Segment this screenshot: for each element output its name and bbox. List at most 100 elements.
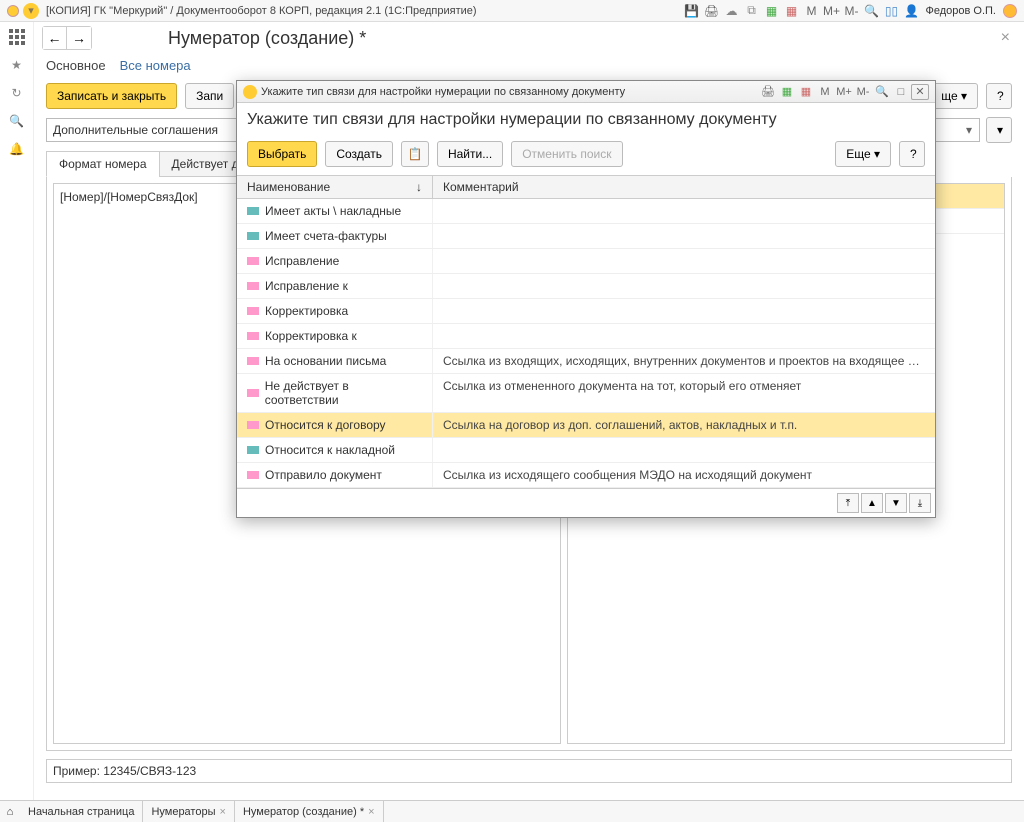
star-icon[interactable]: ★	[8, 56, 26, 74]
close-icon[interactable]: ×	[220, 806, 226, 818]
subnav-all-numbers[interactable]: Все номера	[120, 58, 191, 73]
row-name: Имеет акты \ накладные	[265, 204, 401, 218]
sub-nav: Основное Все номера	[34, 58, 1024, 79]
compare-icon[interactable]: ⧉	[743, 2, 761, 20]
table-row[interactable]: Исправление к	[237, 274, 935, 299]
page-down-button[interactable]: ▼	[885, 493, 907, 513]
window-title: [КОПИЯ] ГК "Меркурий" / Документооборот …	[46, 5, 477, 17]
link-type-icon	[247, 257, 259, 265]
table-row[interactable]: Корректировка	[237, 299, 935, 324]
dialog-more-button[interactable]: Еще ▾	[835, 141, 891, 167]
dropdown-icon[interactable]: ▾	[23, 3, 39, 19]
link-type-icon	[247, 389, 259, 397]
table-row[interactable]: Отправило документСсылка из исходящего с…	[237, 463, 935, 488]
search-icon[interactable]: 🔍	[8, 112, 26, 130]
more-button[interactable]: ще ▾	[930, 83, 978, 109]
subnav-main[interactable]: Основное	[46, 58, 106, 73]
row-comment	[433, 199, 935, 223]
m-minus-icon[interactable]: M-	[854, 84, 872, 100]
apps-icon[interactable]	[8, 28, 26, 46]
chevron-down-icon[interactable]: ▾	[961, 123, 977, 137]
wtab-numerator-create[interactable]: Нумератор (создание) *×	[235, 801, 384, 822]
m-icon[interactable]: M	[816, 84, 834, 100]
create-group-button[interactable]: 📋	[401, 141, 429, 167]
calculator-icon[interactable]: ▦	[778, 84, 796, 100]
tab-format[interactable]: Формат номера	[46, 151, 160, 177]
dialog-toolbar: Выбрать Создать 📋 Найти... Отменить поис…	[237, 137, 935, 175]
create-button[interactable]: Создать	[325, 141, 393, 167]
m-minus-icon[interactable]: M-	[843, 2, 861, 20]
close-page-button[interactable]: ×	[995, 29, 1016, 47]
wtab-numerators[interactable]: Нумераторы×	[143, 801, 235, 822]
col-name[interactable]: Наименование↓	[237, 176, 433, 198]
back-button[interactable]: ←	[43, 27, 67, 49]
save-button[interactable]: Запи	[185, 83, 234, 109]
close-icon[interactable]: ×	[368, 806, 374, 818]
info-icon[interactable]	[1001, 2, 1019, 20]
grid-header: Наименование↓ Комментарий	[237, 175, 935, 199]
grid-body[interactable]: Имеет акты \ накладные Имеет счета-фактур…	[237, 199, 935, 488]
dialog-titlebar[interactable]: Укажите тип связи для настройки нумераци…	[237, 81, 935, 103]
dialog-close-button[interactable]: ✕	[911, 84, 929, 100]
row-name: Корректировка	[265, 304, 348, 318]
row-comment: Ссылка из входящих, исходящих, внутренни…	[433, 349, 935, 373]
bell-icon[interactable]: 🔔	[8, 140, 26, 158]
table-row[interactable]: Исправление	[237, 249, 935, 274]
row-name: Исправление	[265, 254, 339, 268]
dialog-titlebar-text: Укажите тип связи для настройки нумераци…	[261, 86, 625, 98]
grid-pager: ⤒ ▲ ▼ ⤓	[237, 488, 935, 517]
calendar-icon[interactable]: ▦	[783, 2, 801, 20]
history-icon[interactable]: ↻	[8, 84, 26, 102]
link-type-icon	[247, 471, 259, 479]
cancel-find-button[interactable]: Отменить поиск	[511, 141, 622, 167]
row-name: Имеет счета-фактуры	[265, 229, 387, 243]
print-icon[interactable]: 🖨	[759, 84, 777, 100]
calculator-icon[interactable]: ▦	[763, 2, 781, 20]
row-name: Относится к договору	[265, 418, 386, 432]
row-comment	[433, 438, 935, 462]
doc-type-clear[interactable]: ▾	[986, 117, 1012, 143]
page-up-button[interactable]: ▲	[861, 493, 883, 513]
row-name: Относится к накладной	[265, 443, 395, 457]
sort-asc-icon: ↓	[416, 180, 422, 194]
select-button[interactable]: Выбрать	[247, 141, 317, 167]
link-type-icon	[247, 282, 259, 290]
save-icon[interactable]: 💾	[683, 2, 701, 20]
calendar-icon[interactable]: ▦	[797, 84, 815, 100]
user-name[interactable]: Федоров О.П.	[926, 5, 997, 17]
print-icon[interactable]: 🖨	[703, 2, 721, 20]
table-row[interactable]: На основании письмаСсылка из входящих, и…	[237, 349, 935, 374]
m-plus-icon[interactable]: M+	[823, 2, 841, 20]
m-icon[interactable]: M	[803, 2, 821, 20]
row-comment	[433, 299, 935, 323]
maximize-icon[interactable]: □	[892, 84, 910, 100]
m-plus-icon[interactable]: M+	[835, 84, 853, 100]
zoom-icon[interactable]: 🔍	[863, 2, 881, 20]
table-row[interactable]: Имеет акты \ накладные	[237, 199, 935, 224]
wtab-home[interactable]: Начальная страница	[20, 801, 143, 822]
row-comment	[433, 324, 935, 348]
help-button[interactable]: ?	[986, 83, 1012, 109]
page-last-button[interactable]: ⤓	[909, 493, 931, 513]
table-row[interactable]: Не действует в соответствииСсылка из отм…	[237, 374, 935, 413]
link-type-icon	[247, 421, 259, 429]
table-row[interactable]: Корректировка к	[237, 324, 935, 349]
nav-row: ← → Нумератор (создание) * ×	[34, 22, 1024, 54]
link-type-icon	[247, 207, 259, 215]
panels-icon[interactable]: ▯▯	[883, 2, 901, 20]
table-row[interactable]: Относится к накладной	[237, 438, 935, 463]
find-button[interactable]: Найти...	[437, 141, 503, 167]
zoom-icon[interactable]: 🔍	[873, 84, 891, 100]
table-row[interactable]: Имеет счета-фактуры	[237, 224, 935, 249]
forward-button[interactable]: →	[67, 27, 91, 49]
table-row[interactable]: Относится к договоруСсылка на договор из…	[237, 413, 935, 438]
home-icon[interactable]: ⌂	[0, 801, 20, 822]
row-name: Не действует в соответствии	[265, 379, 422, 407]
page-first-button[interactable]: ⤒	[837, 493, 859, 513]
save-close-button[interactable]: Записать и закрыть	[46, 83, 177, 109]
example-bar: Пример: 12345/СВЯЗ-123	[46, 759, 1012, 783]
col-comment[interactable]: Комментарий	[433, 176, 935, 198]
cloud-icon[interactable]: ☁	[723, 2, 741, 20]
dialog-app-icon	[243, 85, 257, 99]
dialog-help-button[interactable]: ?	[899, 141, 925, 167]
